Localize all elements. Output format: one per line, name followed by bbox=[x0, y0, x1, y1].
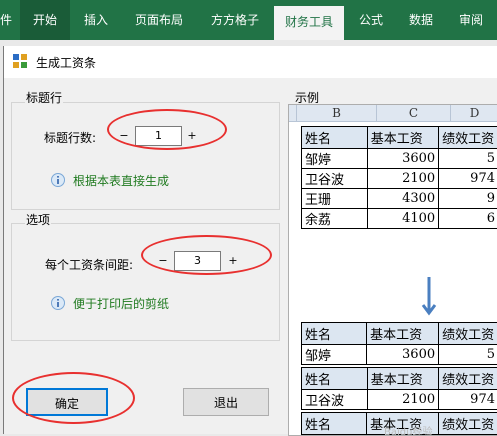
payslip-1: 姓名 基本工资 绩效工资 邹婷 3600 5 bbox=[301, 322, 497, 365]
tab-insert[interactable]: 插入 bbox=[72, 0, 120, 40]
cell: 9 bbox=[439, 189, 497, 209]
source-table: 姓名 基本工资 绩效工资 邹婷 3600 5 卫谷波 2100 974 王珊 4… bbox=[301, 126, 497, 229]
cell: 卫谷波 bbox=[302, 390, 368, 410]
header-cell: 绩效工资 bbox=[439, 413, 497, 435]
table-row: 余荔 4100 6 bbox=[302, 209, 497, 229]
table-row: 卫谷波 2100 974 bbox=[302, 169, 497, 189]
table-header-row: 姓名 基本工资 绩效工资 bbox=[302, 323, 497, 345]
dialog-titlebar[interactable]: 生成工资条 bbox=[4, 46, 497, 78]
title-rows-label: 标题行数: bbox=[44, 129, 96, 146]
cell: 邹婷 bbox=[302, 345, 367, 365]
info-icon bbox=[51, 296, 65, 310]
tab-page-layout[interactable]: 页面布局 bbox=[124, 0, 194, 40]
header-cell: 绩效工资 bbox=[439, 368, 497, 390]
table-row: 卫谷波 2100 974 bbox=[302, 390, 497, 410]
header-cell: 基本工资 bbox=[367, 127, 438, 149]
cell: 3600 bbox=[367, 345, 439, 365]
exit-button[interactable]: 退出 bbox=[183, 388, 269, 416]
cell: 974 bbox=[439, 390, 497, 410]
example-preview: B C D 姓名 基本工资 绩效工资 邹婷 3600 5 卫谷波 2100 97… bbox=[288, 104, 497, 436]
slip-spacing-decrement-button[interactable]: − bbox=[155, 251, 171, 271]
title-row-hint: 根据本表直接生成 bbox=[73, 172, 169, 189]
tab-formulas[interactable]: 公式 bbox=[348, 0, 394, 40]
generate-payslip-dialog: 生成工资条 标题行 标题行数: − 1 + 根据本表直接生成 选项 每个工资条间… bbox=[3, 46, 497, 434]
header-cell: 绩效工资 bbox=[439, 323, 497, 345]
options-group bbox=[11, 223, 280, 341]
down-arrow-icon bbox=[421, 277, 437, 317]
cell: 2100 bbox=[367, 390, 438, 410]
header-cell: 姓名 bbox=[302, 127, 368, 149]
cell: 4300 bbox=[367, 189, 438, 209]
header-cell: 基本工资 bbox=[367, 323, 439, 345]
info-icon bbox=[51, 173, 65, 187]
watermark: Baidu经验 bbox=[384, 423, 432, 436]
header-cell: 绩效工资 bbox=[439, 127, 497, 149]
table-header-row: 姓名 基本工资 绩效工资 bbox=[302, 127, 497, 149]
cell: 6 bbox=[439, 209, 497, 229]
tab-file[interactable]: 件 bbox=[0, 0, 14, 40]
title-rows-input[interactable]: 1 bbox=[135, 126, 182, 146]
dialog-title: 生成工资条 bbox=[36, 54, 96, 71]
tab-fangfang[interactable]: 方方格子 bbox=[198, 0, 272, 40]
cell: 2100 bbox=[367, 169, 438, 189]
corner-header bbox=[289, 105, 297, 122]
title-row-group-label: 标题行 bbox=[25, 89, 63, 106]
cell: 5 bbox=[439, 345, 497, 365]
table-row: 邹婷 3600 5 bbox=[302, 345, 497, 365]
cell: 余荔 bbox=[302, 209, 368, 229]
table-header-row: 姓名 基本工资 绩效工资 bbox=[302, 368, 497, 390]
payslip-2: 姓名 基本工资 绩效工资 卫谷波 2100 974 bbox=[301, 367, 497, 410]
column-header-b: B bbox=[297, 105, 377, 122]
tab-home[interactable]: 开始 bbox=[20, 0, 70, 40]
ribbon: 件 开始 插入 页面布局 方方格子 财务工具 公式 数据 审阅 bbox=[0, 0, 497, 40]
title-row-group bbox=[11, 102, 280, 210]
title-rows-decrement-button[interactable]: − bbox=[116, 126, 132, 146]
app-icon bbox=[13, 54, 27, 68]
header-cell: 姓名 bbox=[302, 413, 367, 435]
ok-button[interactable]: 确定 bbox=[26, 388, 108, 416]
header-cell: 基本工资 bbox=[367, 368, 438, 390]
column-header-d: D bbox=[451, 105, 497, 122]
column-header-c: C bbox=[377, 105, 451, 122]
header-cell: 姓名 bbox=[302, 323, 367, 345]
options-hint: 便于打印后的剪纸 bbox=[73, 295, 169, 312]
tab-finance-tools[interactable]: 财务工具 bbox=[274, 6, 344, 40]
slip-spacing-label: 每个工资条间距: bbox=[45, 256, 133, 273]
table-row: 王珊 4300 9 bbox=[302, 189, 497, 209]
title-rows-stepper: − 1 + bbox=[116, 126, 202, 146]
slip-spacing-input[interactable]: 3 bbox=[174, 251, 221, 271]
cell: 邹婷 bbox=[302, 149, 368, 169]
slip-spacing-stepper: − 3 + bbox=[155, 251, 243, 271]
tab-review[interactable]: 审阅 bbox=[448, 0, 494, 40]
cell: 王珊 bbox=[302, 189, 368, 209]
cell: 5 bbox=[439, 149, 497, 169]
tab-data[interactable]: 数据 bbox=[398, 0, 444, 40]
table-row: 邹婷 3600 5 bbox=[302, 149, 497, 169]
title-rows-increment-button[interactable]: + bbox=[184, 126, 200, 146]
header-cell: 姓名 bbox=[302, 368, 368, 390]
slip-spacing-increment-button[interactable]: + bbox=[225, 251, 241, 271]
cell: 3600 bbox=[367, 149, 438, 169]
cell: 974 bbox=[439, 169, 497, 189]
options-group-label: 选项 bbox=[25, 211, 51, 228]
cell: 卫谷波 bbox=[302, 169, 368, 189]
cell: 4100 bbox=[367, 209, 438, 229]
